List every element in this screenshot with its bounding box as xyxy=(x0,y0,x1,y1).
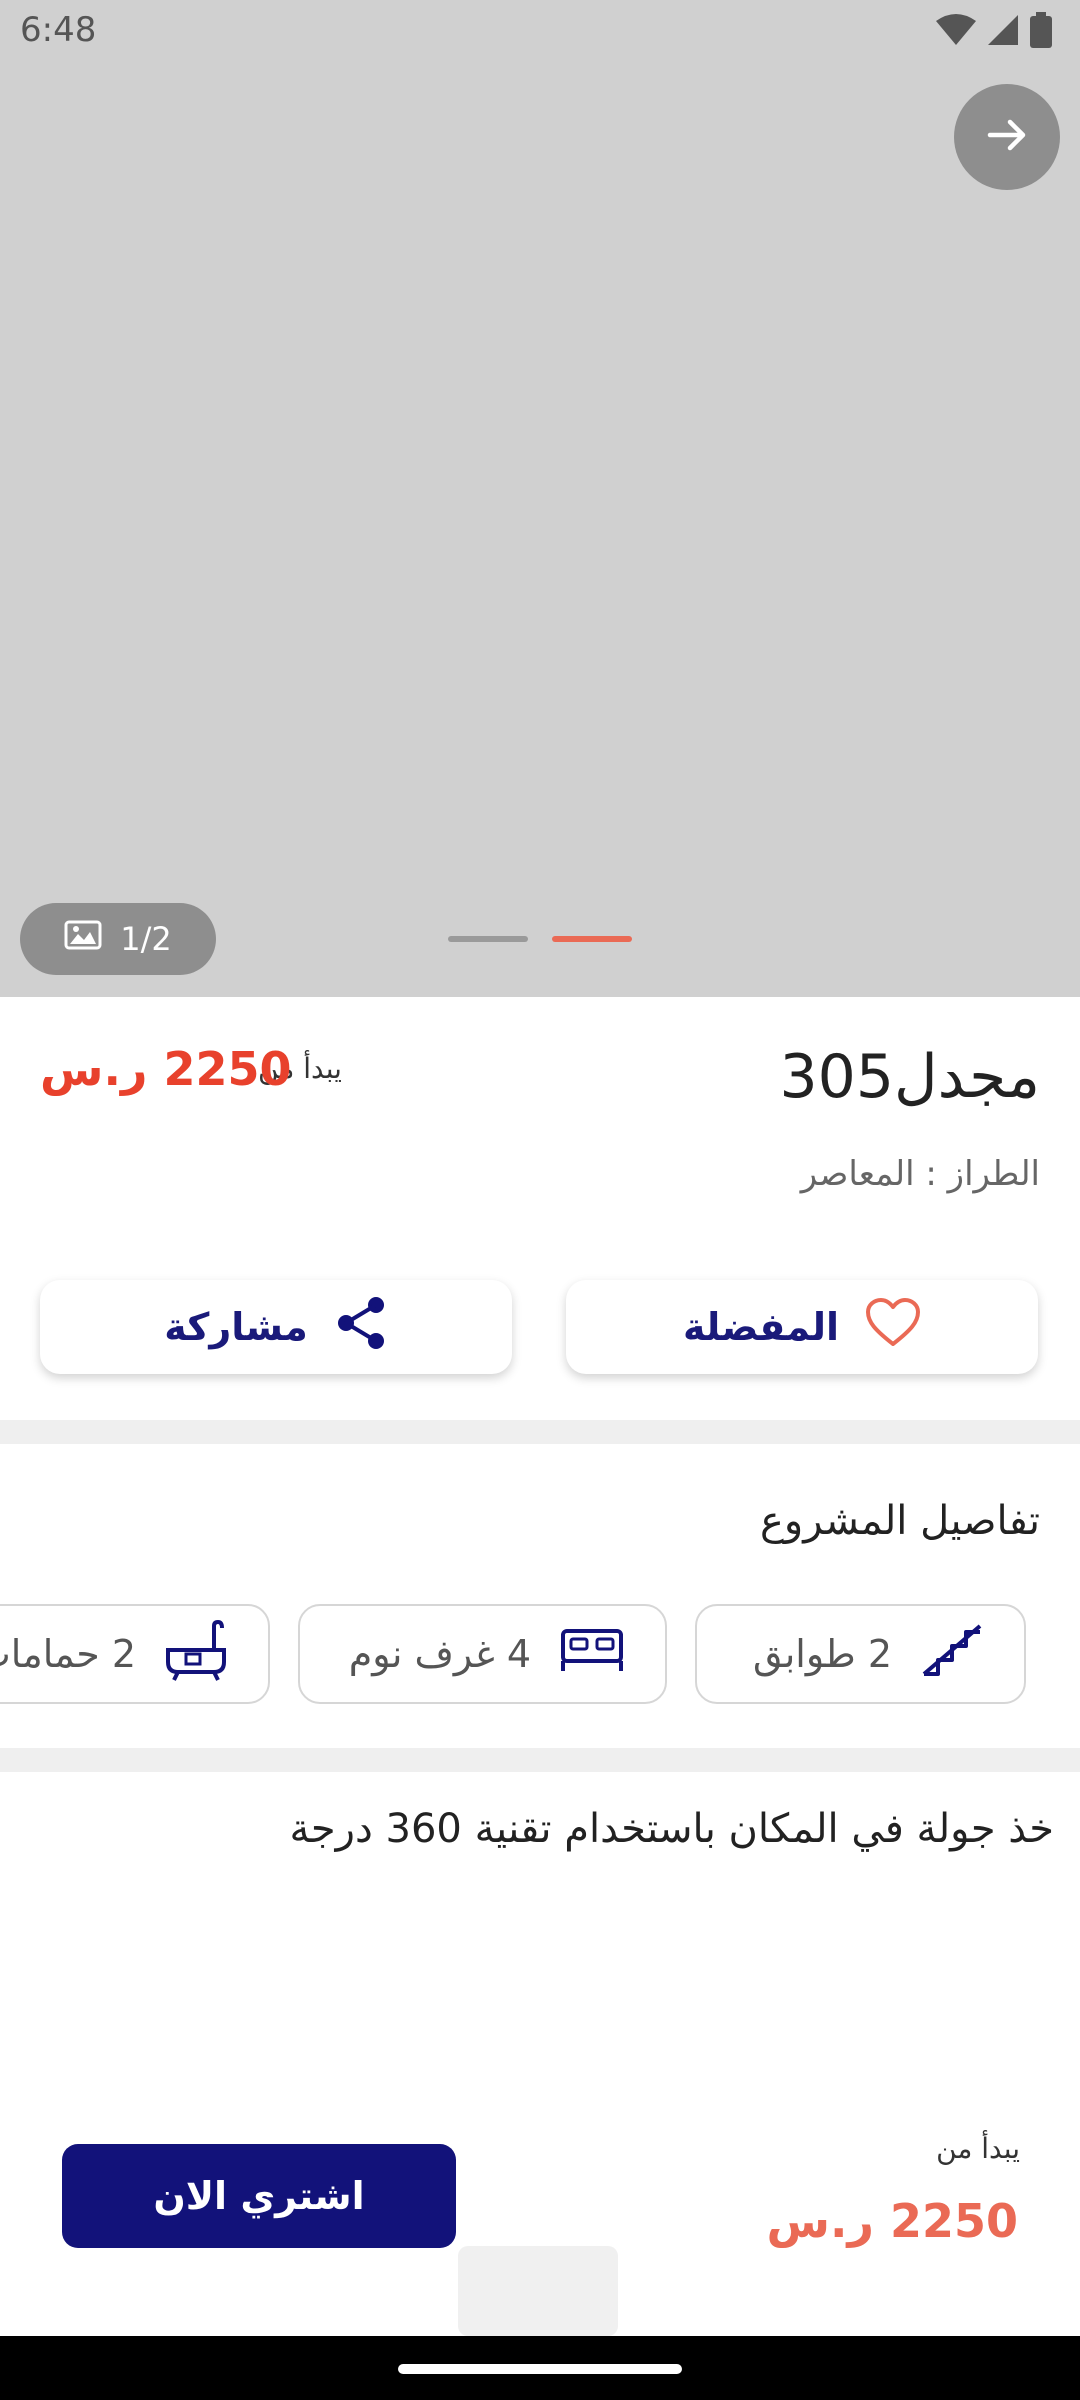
virtual-tour-text: خذ جولة في المكان باستخدام تقنية 360 درج… xyxy=(289,1806,1054,1852)
section-divider xyxy=(0,1748,1080,1772)
feature-bathrooms: 2 حمامات xyxy=(0,1604,270,1704)
arrow-right-icon xyxy=(984,112,1030,162)
bed-icon xyxy=(559,1625,625,1684)
share-icon xyxy=(334,1295,388,1360)
starts-from-label: يبدأ من xyxy=(936,2132,1020,2165)
hero-image[interactable] xyxy=(0,0,1080,997)
feature-bathrooms-label: 2 حمامات xyxy=(0,1632,136,1676)
status-time: 6:48 xyxy=(20,10,97,50)
buy-now-button[interactable]: اشتري الان xyxy=(62,2144,456,2248)
project-details-title: تفاصيل المشروع xyxy=(760,1498,1040,1544)
section-divider xyxy=(0,1420,1080,1444)
image-counter[interactable]: 1/2 xyxy=(20,903,216,975)
favorite-label: المفضلة xyxy=(682,1305,840,1349)
share-button[interactable]: مشاركة xyxy=(40,1280,512,1374)
heart-icon xyxy=(865,1297,921,1357)
page-indicator-2-active[interactable] xyxy=(552,936,632,942)
gallery-icon xyxy=(64,920,102,958)
image-counter-text: 1/2 xyxy=(120,920,172,958)
signal-icon xyxy=(986,13,1020,51)
feature-bedrooms-label: 4 غرف نوم xyxy=(348,1632,531,1676)
listing-title: مجدل305 xyxy=(779,1042,1041,1112)
bottom-price: 2250 ر.س xyxy=(766,2194,1018,2248)
share-label: مشاركة xyxy=(164,1305,308,1349)
home-gesture-bar[interactable] xyxy=(398,2364,682,2374)
listing-price: 2250 ر.س xyxy=(40,1042,292,1096)
stairs-icon xyxy=(920,1622,984,1687)
battery-icon xyxy=(1030,12,1052,52)
feature-bedrooms: 4 غرف نوم xyxy=(298,1604,667,1704)
next-image-button[interactable] xyxy=(954,84,1060,190)
feature-floors-label: 2 طوابق xyxy=(753,1632,892,1676)
bathtub-icon xyxy=(164,1618,228,1691)
status-icons xyxy=(936,12,1052,52)
wifi-icon xyxy=(936,13,976,51)
listing-style: الطراز : المعاصر xyxy=(800,1154,1040,1194)
favorite-button[interactable]: المفضلة xyxy=(566,1280,1038,1374)
feature-floors: 2 طوابق xyxy=(695,1604,1026,1704)
page-indicator-1[interactable] xyxy=(448,936,528,942)
background-element xyxy=(458,2246,618,2336)
